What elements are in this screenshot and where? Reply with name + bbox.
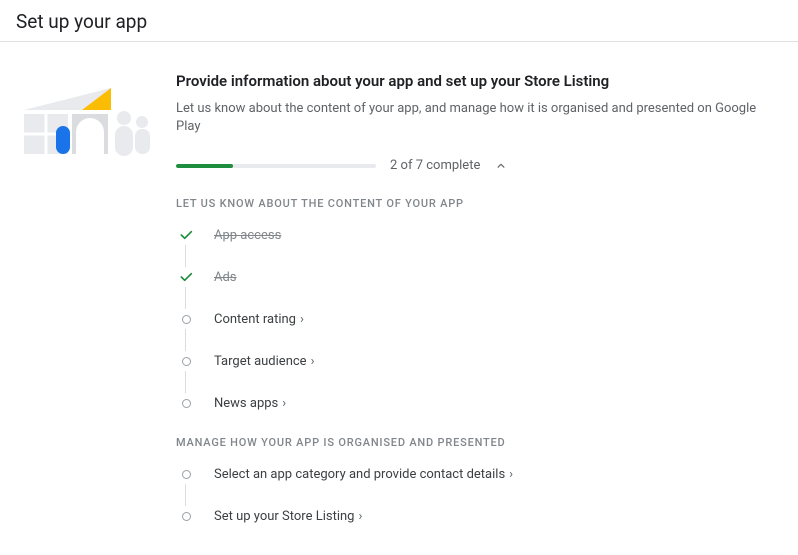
task-store-listing[interactable]: Set up your Store Listing ›: [176, 505, 782, 527]
collapse-toggle[interactable]: [494, 159, 508, 173]
content: Provide information about your app and s…: [0, 42, 798, 555]
task-list-content: App access Ads Content rating › Target a…: [176, 224, 782, 414]
circle-icon: [176, 464, 196, 484]
section-title: Provide information about your app and s…: [176, 72, 782, 90]
chevron-right-icon: ›: [282, 396, 286, 411]
progress-label: 2 of 7 complete: [390, 158, 480, 173]
circle-icon: [176, 393, 196, 413]
chevron-right-icon: ›: [358, 509, 362, 524]
circle-icon: [176, 351, 196, 371]
task-news-apps[interactable]: News apps ›: [176, 392, 782, 414]
circle-icon: [176, 309, 196, 329]
task-label: Set up your Store Listing: [214, 509, 354, 524]
progress-row: 2 of 7 complete: [176, 158, 782, 173]
task-label: App access: [214, 228, 281, 243]
group-label-content: LET US KNOW ABOUT THE CONTENT OF YOUR AP…: [176, 197, 782, 210]
task-select-category[interactable]: Select an app category and provide conta…: [176, 463, 782, 485]
progress-bar: [176, 164, 376, 168]
task-target-audience[interactable]: Target audience ›: [176, 350, 782, 372]
group-label-organise: MANAGE HOW YOUR APP IS ORGANISED AND PRE…: [176, 436, 782, 449]
chevron-right-icon: ›: [311, 354, 315, 369]
task-content-rating[interactable]: Content rating ›: [176, 308, 782, 330]
task-label: News apps: [214, 396, 278, 411]
chevron-right-icon: ›: [509, 467, 513, 482]
section-subtitle: Let us know about the content of your ap…: [176, 100, 782, 136]
topbar: Set up your app: [0, 0, 798, 42]
illustration: [16, 72, 166, 539]
task-list-organise: Select an app category and provide conta…: [176, 463, 782, 527]
task-label: Target audience: [214, 354, 307, 369]
chevron-right-icon: ›: [300, 312, 304, 327]
task-label: Select an app category and provide conta…: [214, 467, 505, 482]
task-label: Content rating: [214, 312, 296, 327]
chevron-up-icon: [494, 159, 508, 173]
main-panel: Provide information about your app and s…: [166, 72, 782, 539]
circle-icon: [176, 506, 196, 526]
check-icon: [176, 267, 196, 287]
task-label: Ads: [214, 270, 237, 285]
check-icon: [176, 225, 196, 245]
page-title: Set up your app: [16, 10, 782, 33]
task-ads[interactable]: Ads: [176, 266, 782, 288]
setup-illustration-icon: [16, 76, 156, 166]
progress-fill: [176, 164, 233, 168]
task-app-access[interactable]: App access: [176, 224, 782, 246]
